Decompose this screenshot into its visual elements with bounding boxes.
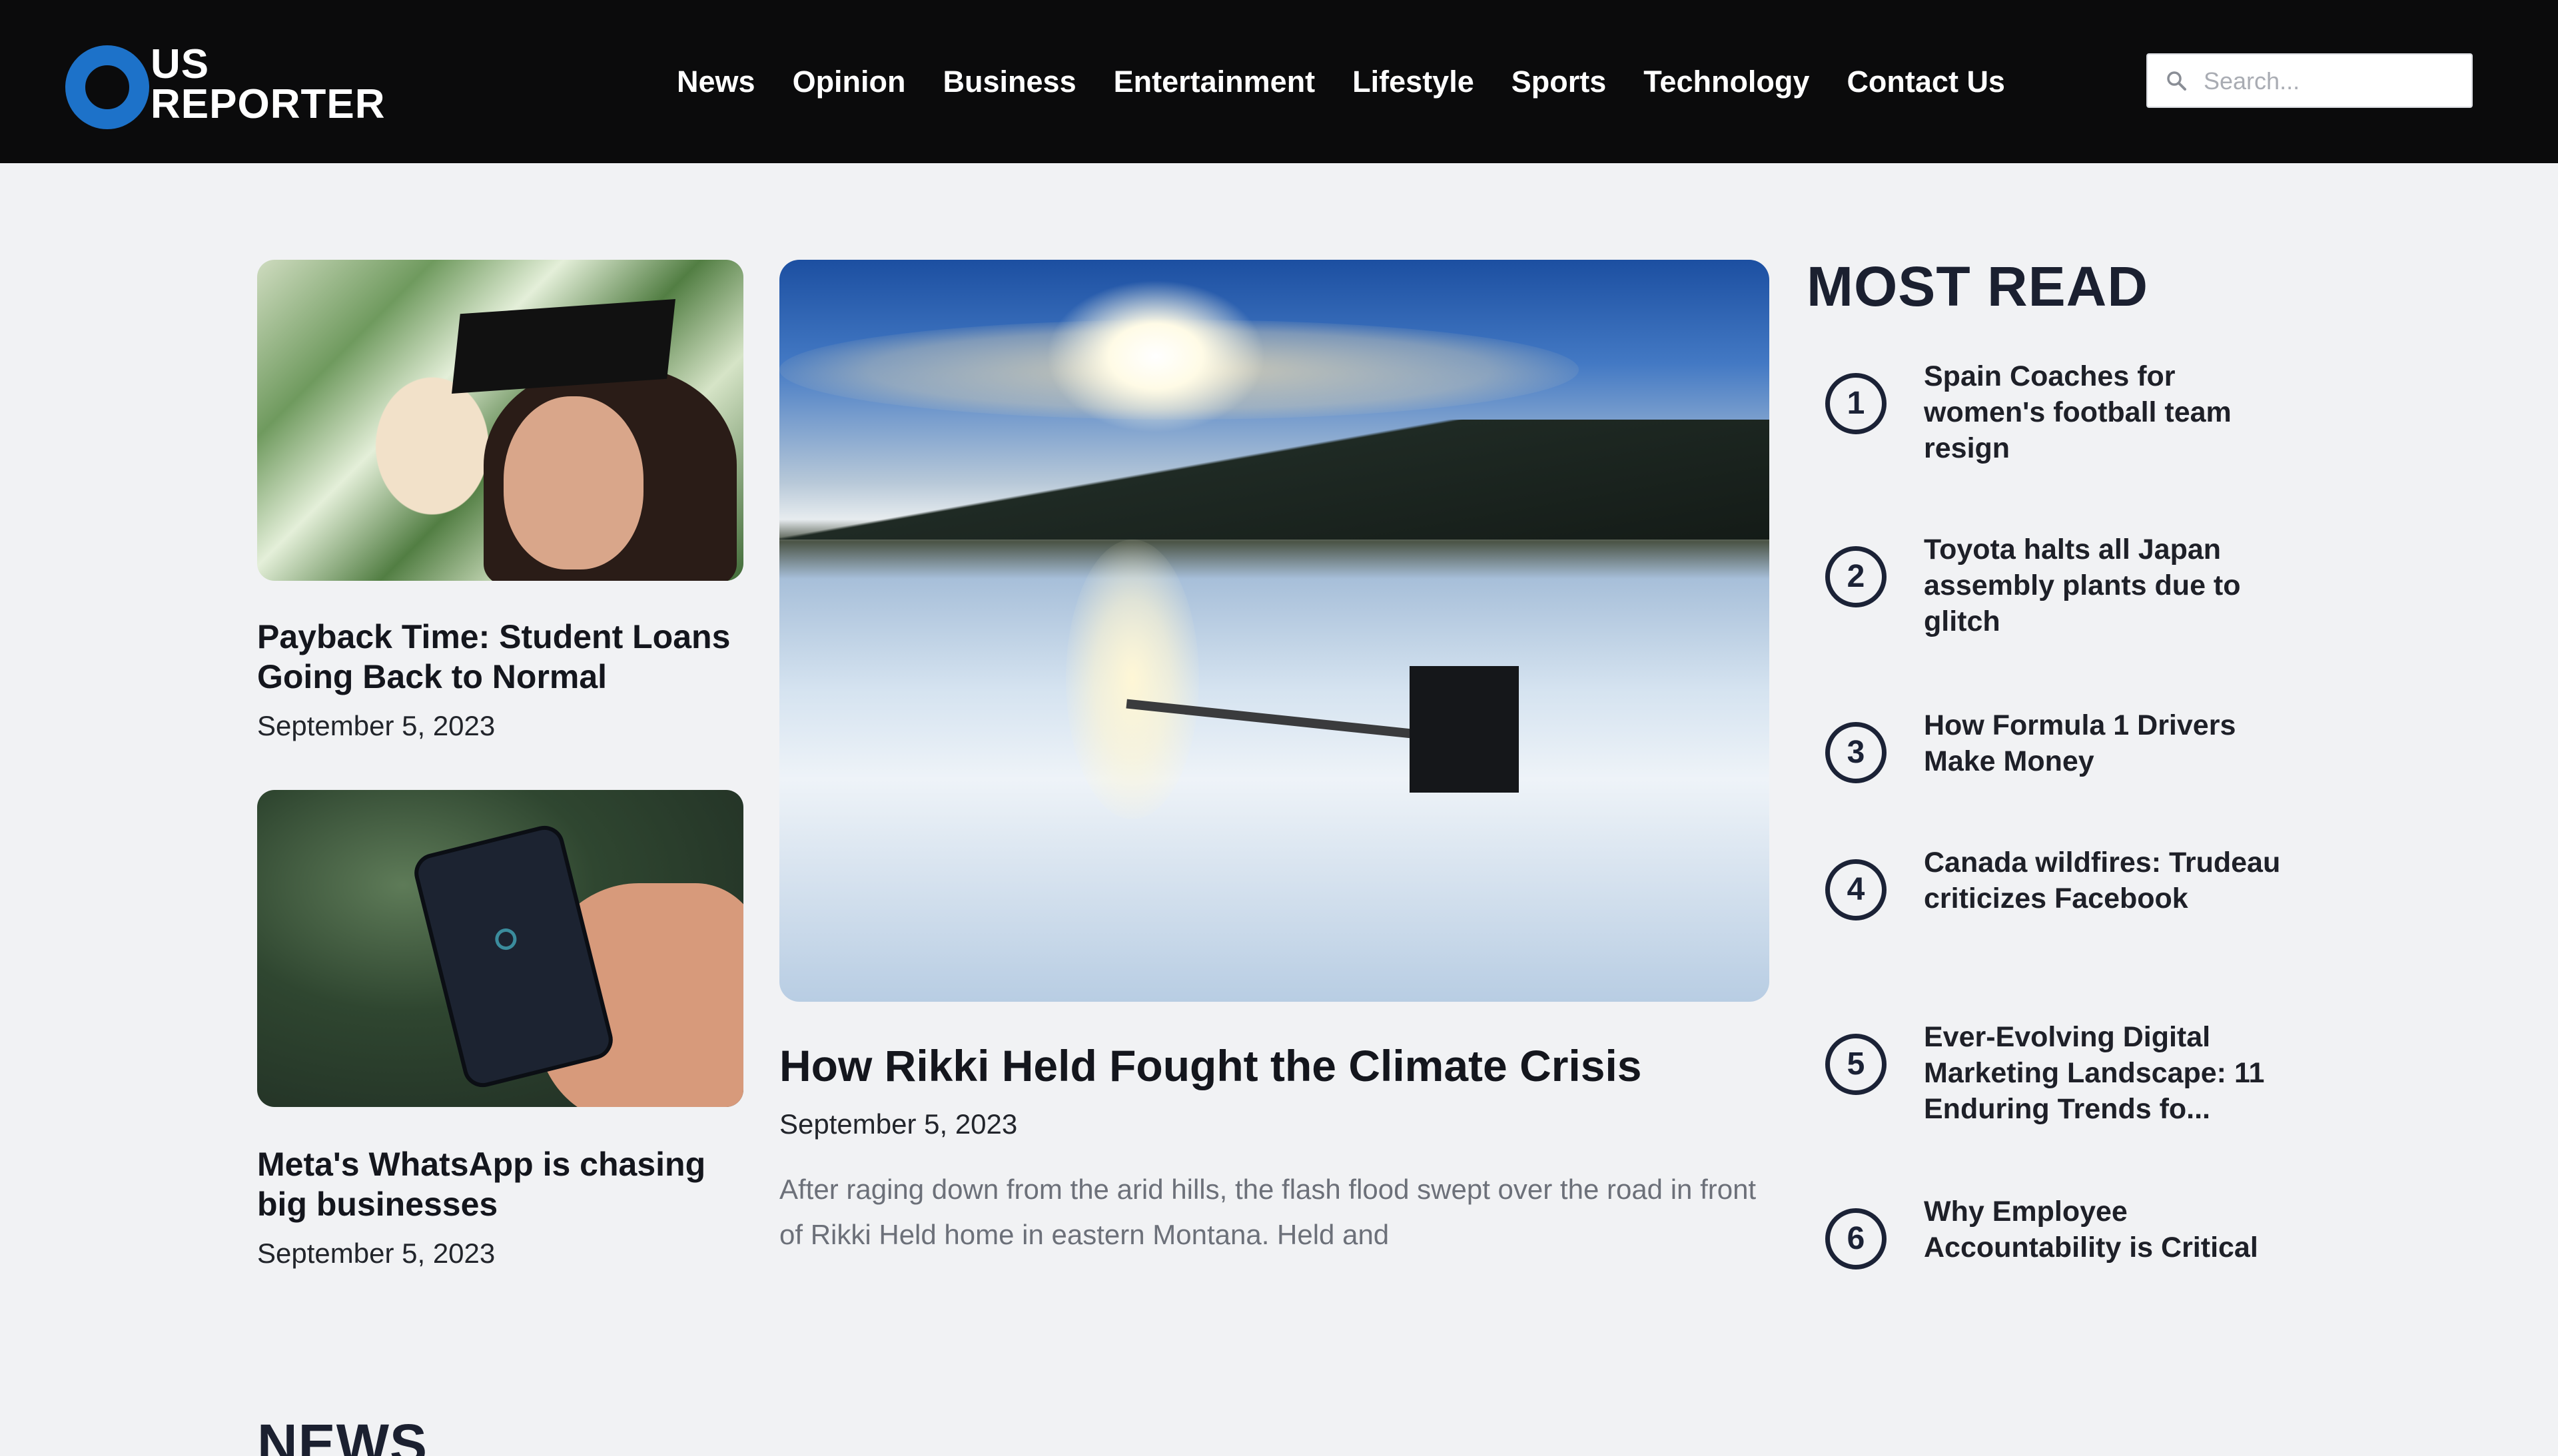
main-nav: News Opinion Business Entertainment Life… [677, 61, 2042, 103]
image-glare-shape [1066, 540, 1199, 819]
hero-title[interactable]: How Rikki Held Fought the Climate Crisis [779, 1038, 1779, 1094]
money-graduate-image[interactable] [257, 260, 743, 581]
search-box [2146, 53, 2473, 108]
hero-excerpt: After raging down from the arid hills, t… [779, 1174, 1757, 1250]
news-section-heading: NEWS [257, 1413, 428, 1456]
rank-number-badge: 2 [1825, 546, 1887, 607]
nav-item-contact-us[interactable]: Contact Us [1847, 61, 2005, 103]
image-box-shape [1410, 666, 1519, 793]
rank-number-badge: 3 [1825, 722, 1887, 783]
search-input[interactable] [2204, 61, 2463, 101]
image-cap-shape [452, 298, 675, 394]
image-phone-shape [410, 821, 618, 1092]
hero-date: September 5, 2023 [779, 1108, 1018, 1140]
card-title-whatsapp[interactable]: Meta's WhatsApp is chasing big businesse… [257, 1144, 750, 1224]
nav-item-business[interactable]: Business [943, 61, 1076, 103]
rank-number-badge: 6 [1825, 1208, 1887, 1270]
whatsapp-logo-icon [492, 926, 519, 952]
hand-phone-image[interactable] [257, 790, 743, 1107]
most-read-title[interactable]: Ever-Evolving Digital Marketing Landscap… [1924, 1019, 2284, 1127]
logo-text-us: US [151, 41, 210, 87]
nav-item-news[interactable]: News [677, 61, 755, 103]
nav-item-entertainment[interactable]: Entertainment [1114, 61, 1316, 103]
most-read-title[interactable]: Why Employee Accountability is Critical [1924, 1194, 2284, 1266]
card-title-student-loans[interactable]: Payback Time: Student Loans Going Back t… [257, 617, 750, 697]
image-forest-shape [779, 420, 1769, 540]
most-read-heading: MOST READ [1807, 255, 2148, 318]
rank-number-badge: 4 [1825, 859, 1887, 920]
image-face-shape [504, 396, 643, 569]
nav-item-lifestyle[interactable]: Lifestyle [1352, 61, 1474, 103]
most-read-title[interactable]: Toyota halts all Japan assembly plants d… [1924, 532, 2284, 639]
frozen-lake-image[interactable] [779, 260, 1769, 1002]
search-icon[interactable] [2166, 71, 2186, 91]
nav-item-technology[interactable]: Technology [1643, 61, 1809, 103]
nav-item-sports[interactable]: Sports [1511, 61, 1607, 103]
site-logo[interactable]: US REPORTER [65, 43, 398, 129]
most-read-title[interactable]: Canada wildfires: Trudeau criticizes Fac… [1924, 845, 2284, 916]
logo-text-reporter: REPORTER [151, 81, 386, 127]
top-navigation-bar: US REPORTER News Opinion Business Entert… [0, 0, 2558, 163]
rank-number-badge: 5 [1825, 1034, 1887, 1095]
most-read-title[interactable]: Spain Coaches for women's football team … [1924, 358, 2284, 466]
most-read-title[interactable]: How Formula 1 Drivers Make Money [1924, 707, 2284, 779]
logo-ring-icon [65, 45, 149, 129]
image-sun-shape [1046, 280, 1266, 433]
card-date: September 5, 2023 [257, 1238, 496, 1269]
rank-number-badge: 1 [1825, 373, 1887, 434]
card-date: September 5, 2023 [257, 710, 496, 741]
nav-item-opinion[interactable]: Opinion [793, 61, 906, 103]
